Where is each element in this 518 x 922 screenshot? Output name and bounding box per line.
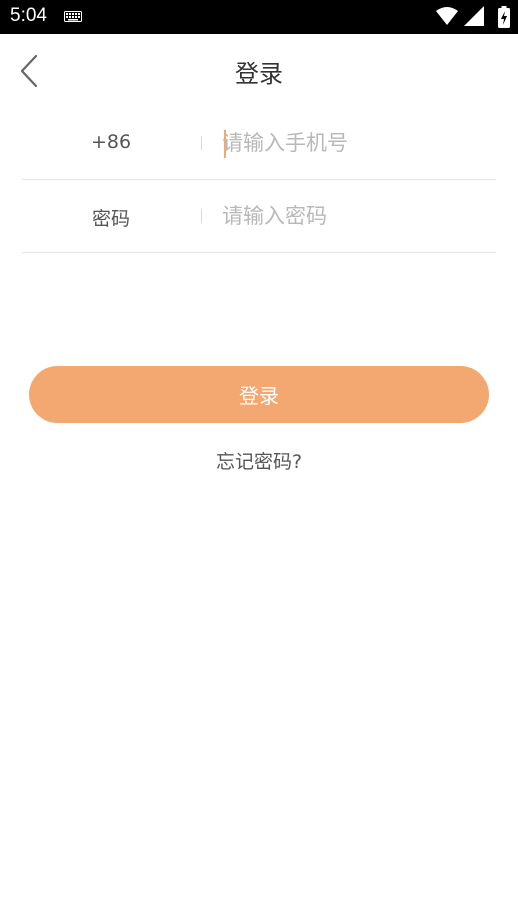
forgot-password-link[interactable]: 忘记密码? — [0, 447, 518, 474]
keyboard-icon — [64, 11, 82, 22]
phone-row: +86 — [22, 107, 496, 180]
app-bar: 登录 — [0, 34, 518, 106]
field-separator — [201, 136, 202, 150]
wifi-icon — [436, 7, 458, 25]
battery-charging-icon — [498, 6, 510, 28]
row-divider — [22, 252, 496, 253]
field-separator — [201, 209, 202, 223]
status-time: 5:04 — [10, 5, 47, 26]
password-input[interactable] — [222, 198, 492, 234]
phone-input[interactable] — [222, 125, 492, 161]
password-row: 密码 — [22, 180, 496, 253]
password-label: 密码 — [91, 208, 130, 230]
text-cursor — [224, 130, 226, 158]
status-bar: 5:04 — [0, 0, 518, 34]
login-button[interactable]: 登录 — [29, 366, 489, 423]
country-code-label[interactable]: +86 — [22, 131, 200, 153]
cellular-signal-icon — [464, 6, 484, 26]
page-title: 登录 — [235, 60, 283, 88]
